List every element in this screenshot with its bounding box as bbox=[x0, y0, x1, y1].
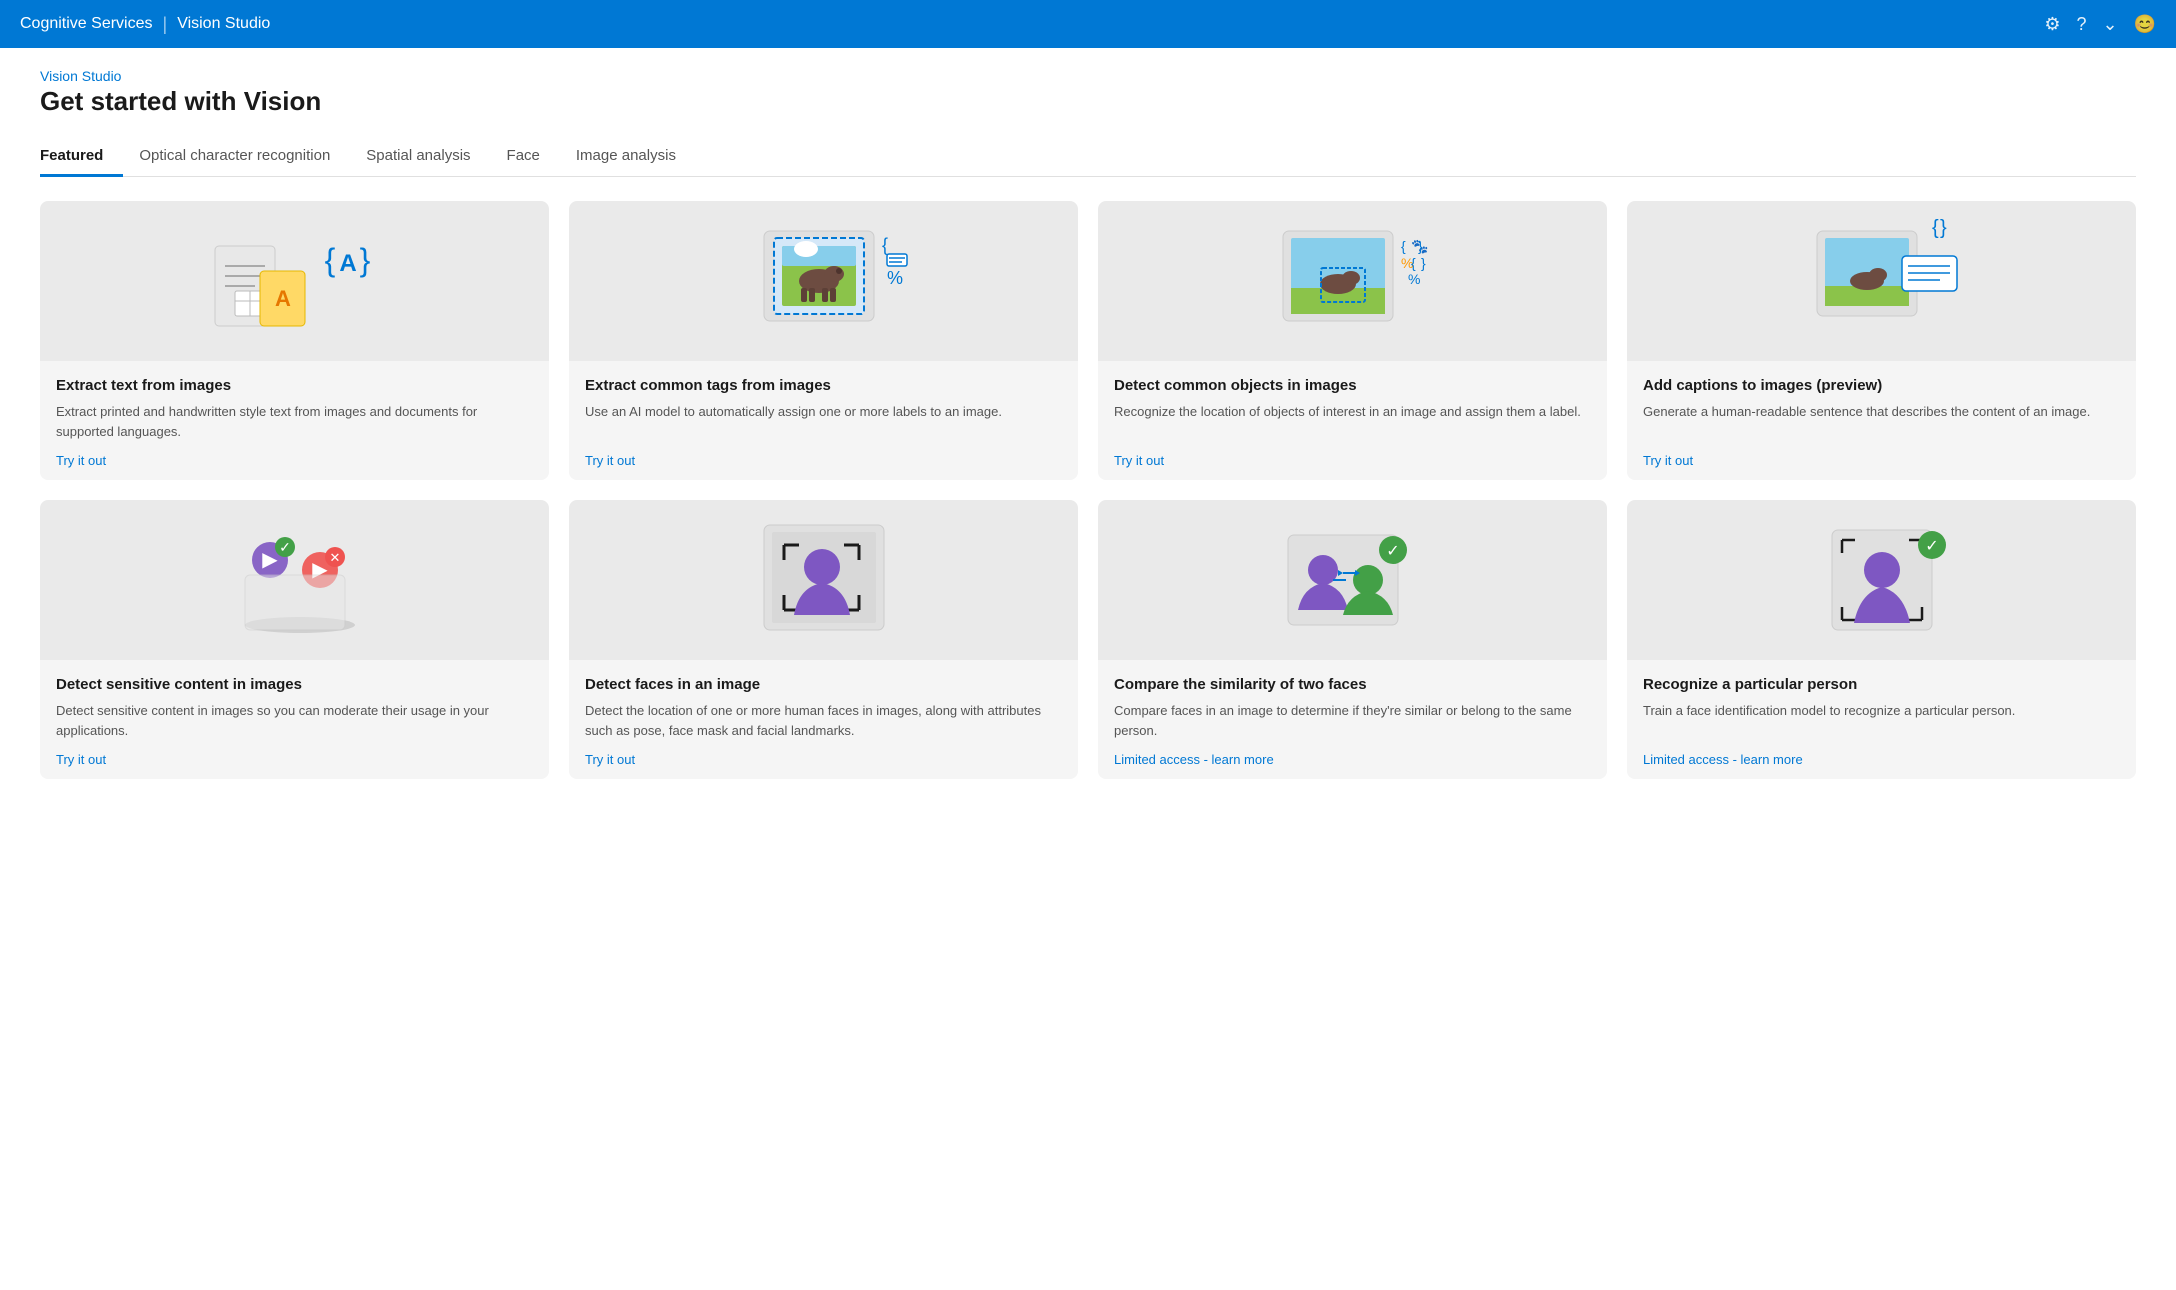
card-detect-faces-image bbox=[569, 500, 1078, 660]
svg-text:A: A bbox=[339, 250, 356, 277]
svg-text:{: { bbox=[324, 242, 335, 278]
brand-label: Cognitive Services bbox=[20, 15, 153, 33]
card-add-captions-desc: Generate a human-readable sentence that … bbox=[1643, 402, 2120, 441]
card-detect-faces: Detect faces in an image Detect the loca… bbox=[569, 500, 1078, 779]
card-detect-objects-link[interactable]: Try it out bbox=[1114, 453, 1591, 468]
card-recognize-person-link[interactable]: Limited access - learn more bbox=[1643, 752, 2120, 767]
card-recognize-person: ✓ Recognize a particular person Train a … bbox=[1627, 500, 2136, 779]
tab-image[interactable]: Image analysis bbox=[576, 137, 696, 177]
card-extract-tags-link[interactable]: Try it out bbox=[585, 453, 1062, 468]
svg-text:{: { bbox=[1932, 217, 1939, 239]
card-sensitive-content-title: Detect sensitive content in images bbox=[56, 676, 533, 693]
breadcrumb[interactable]: Vision Studio bbox=[40, 68, 121, 84]
card-detect-faces-link[interactable]: Try it out bbox=[585, 752, 1062, 767]
cards-row2: ▶ ✓ ▶ ✕ Detect sensitive content in imag… bbox=[40, 500, 2136, 779]
card-extract-text-desc: Extract printed and handwritten style te… bbox=[56, 402, 533, 441]
main-content: Vision Studio Get started with Vision Fe… bbox=[0, 48, 2176, 1290]
card-recognize-person-title: Recognize a particular person bbox=[1643, 676, 2120, 693]
gear-icon[interactable]: ⚙ bbox=[2044, 14, 2060, 35]
svg-text:▶: ▶ bbox=[262, 549, 278, 571]
card-recognize-person-body: Recognize a particular person Train a fa… bbox=[1627, 660, 2136, 779]
card-detect-objects-title: Detect common objects in images bbox=[1114, 377, 1591, 394]
card-sensitive-content-desc: Detect sensitive content in images so yo… bbox=[56, 701, 533, 740]
tabs-nav: Featured Optical character recognition S… bbox=[40, 137, 2136, 177]
card-add-captions-image: { } bbox=[1627, 201, 2136, 361]
card-add-captions-body: Add captions to images (preview) Generat… bbox=[1627, 361, 2136, 480]
svg-text:%: % bbox=[1408, 271, 1420, 287]
header-divider: | bbox=[163, 14, 168, 35]
card-extract-text-title: Extract text from images bbox=[56, 377, 533, 394]
card-extract-text-link[interactable]: Try it out bbox=[56, 453, 533, 468]
card-detect-objects-body: Detect common objects in images Recogniz… bbox=[1098, 361, 1607, 480]
svg-text:{: { bbox=[1401, 238, 1406, 254]
card-detect-faces-body: Detect faces in an image Detect the loca… bbox=[569, 660, 1078, 779]
card-detect-objects-desc: Recognize the location of objects of int… bbox=[1114, 402, 1591, 441]
card-compare-faces-image: ✓ bbox=[1098, 500, 1607, 660]
card-extract-text-image: A { A } bbox=[40, 201, 549, 361]
card-compare-faces-link[interactable]: Limited access - learn more bbox=[1114, 752, 1591, 767]
svg-text:✓: ✓ bbox=[1386, 543, 1399, 560]
card-detect-faces-desc: Detect the location of one or more human… bbox=[585, 701, 1062, 740]
card-detect-faces-title: Detect faces in an image bbox=[585, 676, 1062, 693]
tab-ocr[interactable]: Optical character recognition bbox=[139, 137, 350, 177]
card-add-captions-link[interactable]: Try it out bbox=[1643, 453, 2120, 468]
card-add-captions-title: Add captions to images (preview) bbox=[1643, 377, 2120, 394]
card-detect-objects: { 🐾 } % { } % Detect common objects in i… bbox=[1098, 201, 1607, 480]
page-title: Get started with Vision bbox=[40, 86, 2136, 117]
card-compare-faces-title: Compare the similarity of two faces bbox=[1114, 676, 1591, 693]
tab-face[interactable]: Face bbox=[507, 137, 560, 177]
card-add-captions: { } Add captions to images (preview) Gen… bbox=[1627, 201, 2136, 480]
card-compare-faces: ✓ Compare the similarity of two faces Co… bbox=[1098, 500, 1607, 779]
card-extract-tags-image: { % bbox=[569, 201, 1078, 361]
card-extract-tags: { % Extract common tags from images Use … bbox=[569, 201, 1078, 480]
svg-text:{: { bbox=[882, 235, 888, 255]
card-extract-tags-body: Extract common tags from images Use an A… bbox=[569, 361, 1078, 480]
card-sensitive-content: ▶ ✓ ▶ ✕ Detect sensitive content in imag… bbox=[40, 500, 549, 779]
header-brand: Cognitive Services | Vision Studio bbox=[20, 14, 270, 35]
help-icon[interactable]: ? bbox=[2076, 14, 2086, 35]
card-extract-text: A { A } Extract text from images Extract… bbox=[40, 201, 549, 480]
chevron-down-icon[interactable]: ⌄ bbox=[2102, 14, 2117, 35]
header: Cognitive Services | Vision Studio ⚙ ? ⌄… bbox=[0, 0, 2176, 48]
card-extract-text-body: Extract text from images Extract printed… bbox=[40, 361, 549, 480]
svg-text:✓: ✓ bbox=[279, 539, 291, 555]
svg-text:✕: ✕ bbox=[329, 550, 340, 565]
svg-text:%: % bbox=[887, 268, 903, 288]
svg-text:A: A bbox=[275, 286, 291, 311]
svg-text:}: } bbox=[1940, 217, 1947, 239]
tab-featured[interactable]: Featured bbox=[40, 137, 123, 177]
card-sensitive-content-body: Detect sensitive content in images Detec… bbox=[40, 660, 549, 779]
app-label: Vision Studio bbox=[177, 15, 270, 33]
tab-spatial[interactable]: Spatial analysis bbox=[366, 137, 490, 177]
card-recognize-person-desc: Train a face identification model to rec… bbox=[1643, 701, 2120, 740]
svg-text:✓: ✓ bbox=[1925, 538, 1938, 555]
card-compare-faces-desc: Compare faces in an image to determine i… bbox=[1114, 701, 1591, 740]
card-compare-faces-body: Compare the similarity of two faces Comp… bbox=[1098, 660, 1607, 779]
header-icons: ⚙ ? ⌄ 😊 bbox=[2044, 14, 2156, 35]
card-sensitive-content-image: ▶ ✓ ▶ ✕ bbox=[40, 500, 549, 660]
card-extract-tags-desc: Use an AI model to automatically assign … bbox=[585, 402, 1062, 441]
svg-text:}: } bbox=[1418, 238, 1423, 254]
svg-text:{: { bbox=[1411, 255, 1416, 271]
card-recognize-person-image: ✓ bbox=[1627, 500, 2136, 660]
card-sensitive-content-link[interactable]: Try it out bbox=[56, 752, 533, 767]
card-detect-objects-image: { 🐾 } % { } % bbox=[1098, 201, 1607, 361]
svg-text:}: } bbox=[359, 242, 370, 278]
cards-row1: A { A } Extract text from images Extract… bbox=[40, 201, 2136, 480]
user-icon[interactable]: 😊 bbox=[2134, 14, 2156, 35]
svg-text:}: } bbox=[1421, 255, 1426, 271]
card-extract-tags-title: Extract common tags from images bbox=[585, 377, 1062, 394]
